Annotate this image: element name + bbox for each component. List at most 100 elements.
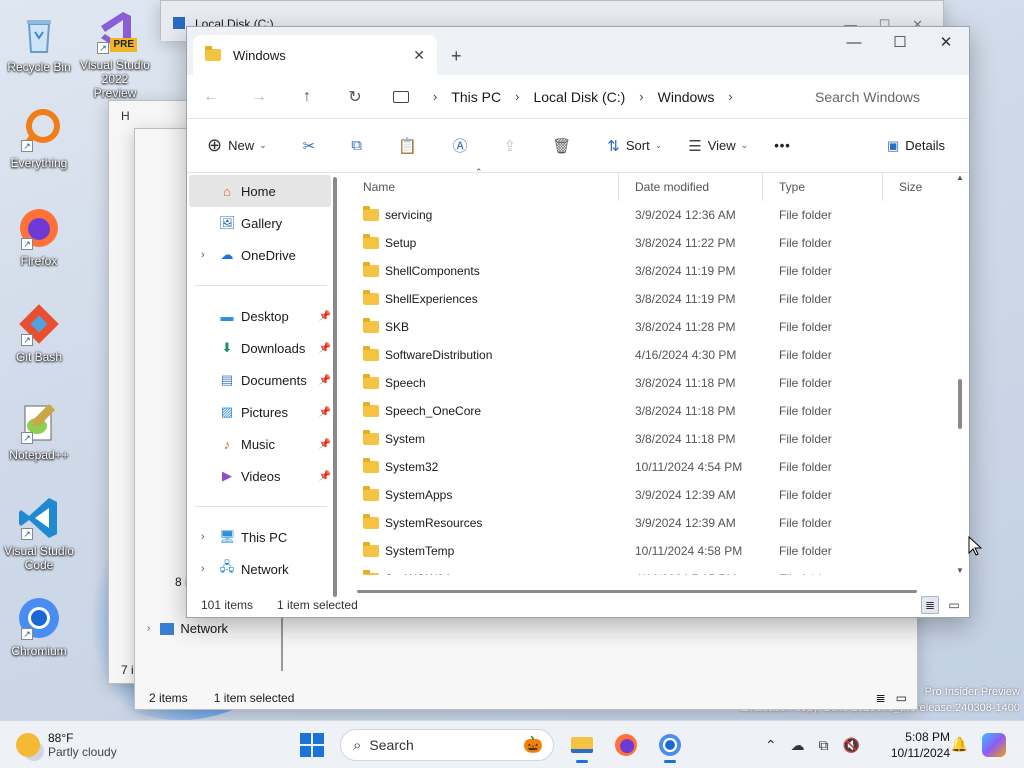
cut-button[interactable]: ✂ bbox=[303, 137, 322, 155]
tiles-view-icon[interactable]: ▭ bbox=[945, 596, 963, 614]
desktop-icon-recycle-bin[interactable]: Recycle Bin bbox=[4, 10, 74, 74]
pin-icon[interactable]: 📌 bbox=[319, 439, 331, 450]
rename-button[interactable]: Ⓐ bbox=[453, 135, 474, 156]
file-row[interactable]: Speech_OneCore 3/8/2024 11:18 PM File fold… bbox=[347, 397, 969, 425]
pin-icon[interactable]: 📌 bbox=[319, 407, 331, 418]
search-input[interactable]: Search Windows bbox=[799, 81, 959, 113]
new-button[interactable]: ⊕ New ⌄ bbox=[207, 135, 267, 156]
expand-chevron-icon[interactable]: › bbox=[201, 531, 205, 543]
show-hidden-icons-icon[interactable]: ⌃ bbox=[765, 737, 777, 754]
tiles-view-icon[interactable]: ▭ bbox=[896, 691, 907, 705]
chromium-taskbar-icon[interactable] bbox=[654, 729, 686, 763]
more-options-button[interactable]: ••• bbox=[774, 138, 791, 153]
nav-network[interactable]: › 🖧 Network bbox=[187, 553, 335, 585]
column-header-name[interactable]: Name ⌃ bbox=[347, 167, 619, 201]
chevron-right-icon[interactable]: › bbox=[728, 89, 732, 104]
file-row[interactable]: SysWOW64 4/16/2024 5:15 PMFile folder bbox=[347, 565, 969, 575]
share-button[interactable]: ⇪ bbox=[504, 137, 523, 155]
nav-this-pc[interactable]: › 🖥 This PC bbox=[187, 521, 335, 553]
file-row[interactable]: Setup 3/8/2024 11:22 PM File folder bbox=[347, 229, 969, 257]
refresh-button[interactable]: ↻ bbox=[331, 87, 379, 107]
file-row[interactable]: SystemTemp 10/11/2024 4:58 PM File folder bbox=[347, 537, 969, 565]
network-offline-icon[interactable]: ☁ bbox=[791, 737, 805, 754]
minimize-button[interactable]: — bbox=[831, 27, 877, 57]
nav-downloads[interactable]: ⬇ Downloads 📌 bbox=[187, 332, 335, 364]
scroll-up-icon[interactable]: ▲ bbox=[955, 173, 965, 182]
bg-view-buttons[interactable]: ≣ ▭ bbox=[876, 691, 907, 705]
copilot-icon[interactable] bbox=[982, 733, 1006, 757]
file-row[interactable]: System 3/8/2024 11:18 PM File folder bbox=[347, 425, 969, 453]
nav-music[interactable]: ♪ Music 📌 bbox=[187, 428, 335, 460]
taskbar-search[interactable]: ⌕ Search 🎃 bbox=[340, 729, 554, 761]
file-row[interactable]: ShellComponents 3/8/2024 11:19 PM File fol… bbox=[347, 257, 969, 285]
pin-icon[interactable]: 📌 bbox=[319, 471, 331, 482]
maximize-button[interactable]: ☐ bbox=[877, 27, 923, 57]
expand-chevron-icon[interactable]: › bbox=[201, 563, 205, 575]
breadcrumb-windows[interactable]: Windows bbox=[658, 89, 715, 105]
bg-nav-network[interactable]: › Network bbox=[147, 621, 228, 636]
file-row[interactable]: SKB 3/8/2024 11:28 PM File folder bbox=[347, 313, 969, 341]
delete-button[interactable]: 🗑 bbox=[552, 137, 577, 155]
file-row[interactable]: SoftwareDistribution 4/16/2024 4:30 PM Fil… bbox=[347, 341, 969, 369]
weather-widget[interactable]: 88°F Partly cloudy bbox=[0, 731, 250, 759]
pin-icon[interactable]: 📌 bbox=[319, 343, 331, 354]
nav-scrollbar[interactable] bbox=[333, 177, 337, 597]
up-button[interactable]: ↑ bbox=[283, 88, 331, 106]
column-header-type[interactable]: Type bbox=[763, 173, 883, 201]
chevron-right-icon[interactable]: › bbox=[639, 89, 643, 104]
desktop-icon-git-bash[interactable]: ↗ Git Bash bbox=[4, 300, 74, 364]
desktop-icon-vscode[interactable]: ↗ Visual Studio Code bbox=[4, 494, 74, 572]
file-row[interactable]: SystemApps 3/9/2024 12:39 AM File folder bbox=[347, 481, 969, 509]
display-icon[interactable]: ⧉ bbox=[819, 737, 829, 754]
desktop-icon-visual-studio[interactable]: PRE ↗ Visual Studio 2022 Preview bbox=[80, 8, 150, 100]
desktop-icon-notepad-plus-plus[interactable]: ↗ Notepad++ bbox=[4, 398, 74, 462]
start-button[interactable] bbox=[300, 733, 324, 757]
firefox-taskbar-icon[interactable] bbox=[610, 729, 642, 761]
paste-button[interactable]: 📋 bbox=[398, 137, 423, 155]
expand-chevron-icon[interactable]: › bbox=[201, 249, 205, 261]
back-button[interactable]: ← bbox=[187, 88, 235, 106]
nav-gallery[interactable]: 🖼 Gallery bbox=[187, 207, 335, 239]
close-button[interactable]: ✕ bbox=[923, 27, 969, 57]
nav-desktop[interactable]: ▬ Desktop 📌 bbox=[187, 300, 335, 332]
desktop-icon-firefox[interactable]: ↗ Firefox bbox=[4, 204, 74, 268]
breadcrumb-this-pc[interactable]: This PC bbox=[451, 89, 501, 105]
chevron-right-icon[interactable]: › bbox=[515, 89, 519, 104]
forward-button[interactable]: → bbox=[235, 88, 283, 106]
nav-onedrive[interactable]: › ☁ OneDrive bbox=[187, 239, 335, 271]
view-button[interactable]: ☰ View ⌄ bbox=[688, 137, 748, 155]
column-header-size[interactable]: Size bbox=[883, 173, 953, 201]
file-explorer-taskbar-icon[interactable] bbox=[566, 729, 598, 763]
pin-icon[interactable]: 📌 bbox=[319, 375, 331, 386]
breadcrumb[interactable]: › This PC › Local Disk (C:) › Windows › bbox=[389, 81, 787, 113]
details-view-icon[interactable]: ≣ bbox=[921, 596, 939, 614]
nav-pictures[interactable]: ▨ Pictures 📌 bbox=[187, 396, 335, 428]
sort-button[interactable]: ⇅ Sort ⌄ bbox=[607, 137, 662, 155]
scroll-down-icon[interactable]: ▼ bbox=[955, 566, 965, 575]
nav-home[interactable]: ⌂ Home bbox=[189, 175, 331, 207]
nav-videos[interactable]: ▶ Videos 📌 bbox=[187, 460, 335, 492]
file-row[interactable]: servicing 3/9/2024 12:36 AM File folder bbox=[347, 201, 969, 229]
column-header-date[interactable]: Date modified bbox=[619, 173, 763, 201]
file-row[interactable]: SystemResources 3/9/2024 12:39 AM File fol… bbox=[347, 509, 969, 537]
file-row[interactable]: System32 10/11/2024 4:54 PM File folder bbox=[347, 453, 969, 481]
nav-documents[interactable]: ▤ Documents 📌 bbox=[187, 364, 335, 396]
volume-muted-icon[interactable]: 🔇 bbox=[843, 737, 860, 754]
pin-icon[interactable]: 📌 bbox=[319, 311, 331, 322]
desktop-icon-everything[interactable]: ↗ Everything bbox=[4, 106, 74, 170]
file-row[interactable]: Speech 3/8/2024 11:18 PM File folder bbox=[347, 369, 969, 397]
chevron-right-icon[interactable]: › bbox=[433, 89, 437, 104]
breadcrumb-local-disk[interactable]: Local Disk (C:) bbox=[533, 89, 625, 105]
desktop-icon-chromium[interactable]: ↗ Chromium bbox=[4, 594, 74, 658]
details-view-icon[interactable]: ≣ bbox=[876, 691, 886, 705]
tab-windows[interactable]: Windows ✕ bbox=[193, 35, 437, 75]
notification-bell-icon[interactable]: 🔔 bbox=[951, 736, 968, 753]
copy-button[interactable]: ⧉ bbox=[351, 137, 368, 154]
scrollbar-thumb[interactable] bbox=[958, 379, 962, 429]
close-tab-icon[interactable]: ✕ bbox=[413, 47, 425, 64]
vertical-scrollbar[interactable]: ▲ ▼ bbox=[955, 173, 965, 575]
details-button[interactable]: ▣ Details bbox=[887, 138, 945, 154]
new-tab-button[interactable]: + bbox=[451, 46, 462, 67]
clock[interactable]: 5:08 PM 10/11/2024 bbox=[880, 729, 950, 761]
file-row[interactable]: ShellExperiences 3/8/2024 11:19 PM File fo… bbox=[347, 285, 969, 313]
